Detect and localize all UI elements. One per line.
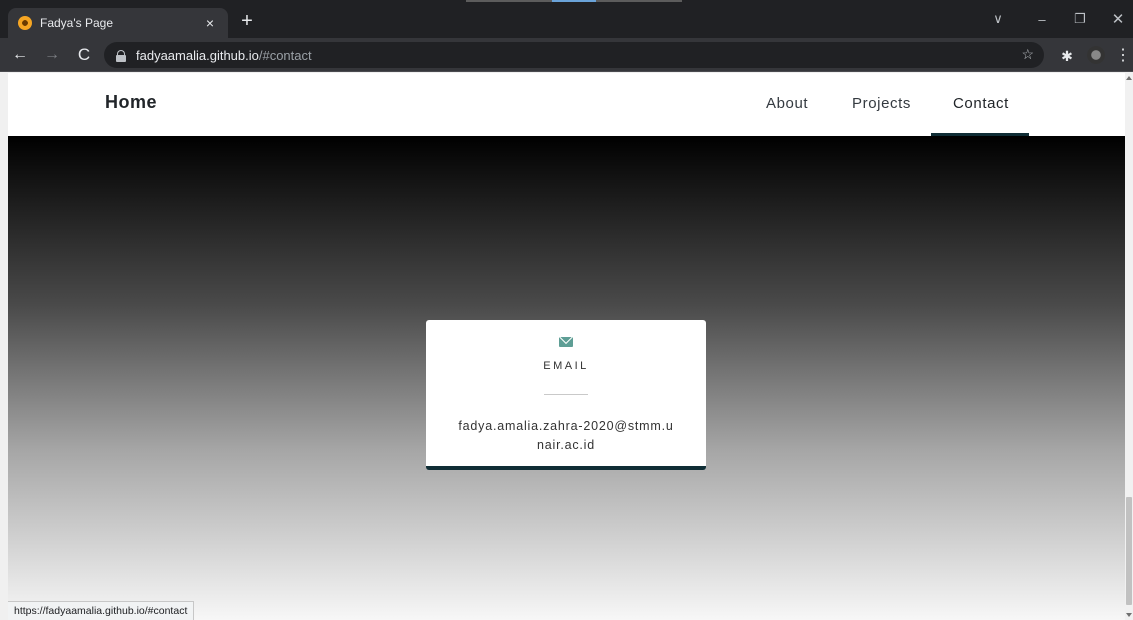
sunflower-favicon-icon bbox=[18, 16, 32, 30]
site-navbar: Home About Projects Contact bbox=[8, 73, 1125, 136]
email-card: EMAIL fadya.amalia.zahra-2020@stmm.unair… bbox=[426, 320, 706, 470]
nav-link-about[interactable]: About bbox=[766, 95, 808, 112]
nav-link-contact[interactable]: Contact bbox=[953, 95, 1009, 112]
scroll-up-arrow-icon[interactable] bbox=[1126, 76, 1132, 80]
email-address[interactable]: fadya.amalia.zahra-2020@stmm.unair.ac.id bbox=[456, 417, 676, 455]
restore-button[interactable]: ❐ bbox=[1062, 0, 1098, 38]
url-host: fadyaamalia.github.io bbox=[136, 47, 259, 63]
browser-tab[interactable]: Fadya's Page × bbox=[8, 8, 228, 38]
forward-arrow-icon[interactable]: → bbox=[40, 43, 64, 67]
page-viewport: Home About Projects Contact EMAIL fadya.… bbox=[8, 73, 1125, 620]
reload-icon[interactable]: C bbox=[72, 43, 96, 67]
email-label: EMAIL bbox=[543, 360, 589, 372]
nav-link-projects[interactable]: Projects bbox=[852, 95, 911, 112]
tab-title: Fadya's Page bbox=[40, 16, 114, 30]
scrollbar-thumb[interactable] bbox=[1126, 497, 1132, 605]
tab-close-icon[interactable]: × bbox=[202, 15, 218, 31]
link-status-bar: https://fadyaamalia.github.io/#contact bbox=[8, 601, 195, 620]
page-scrollbar[interactable] bbox=[1125, 73, 1133, 620]
url-path: /#contact bbox=[258, 47, 312, 63]
lock-icon[interactable] bbox=[116, 49, 126, 62]
bookmark-star-icon[interactable]: ☆ bbox=[1021, 46, 1034, 63]
new-tab-button[interactable]: + bbox=[236, 11, 258, 33]
address-bar[interactable]: fadyaamalia.github.io/#contact ☆ bbox=[104, 42, 1044, 68]
tab-strip-highlight bbox=[552, 0, 596, 2]
minimize-button[interactable]: – bbox=[1024, 0, 1060, 38]
envelope-icon bbox=[559, 337, 573, 347]
scroll-down-arrow-icon[interactable] bbox=[1126, 613, 1132, 617]
brand-home-link[interactable]: Home bbox=[105, 92, 157, 113]
tab-search-chevron-icon[interactable]: ∨ bbox=[980, 0, 1016, 38]
close-window-button[interactable]: ✕ bbox=[1100, 0, 1133, 38]
card-divider bbox=[544, 394, 588, 395]
back-arrow-icon[interactable]: ← bbox=[8, 43, 32, 67]
tab-strip: Fadya's Page × + ∨ – ❐ ✕ bbox=[0, 0, 1133, 38]
extensions-icon[interactable]: ✱ bbox=[1057, 46, 1077, 66]
profile-avatar[interactable] bbox=[1087, 46, 1105, 64]
menu-kebab-icon[interactable]: ⋮ bbox=[1113, 46, 1133, 66]
tab-strip-divider bbox=[466, 0, 682, 2]
browser-toolbar: ← → C fadyaamalia.github.io/#contact ☆ ✱… bbox=[0, 38, 1133, 72]
